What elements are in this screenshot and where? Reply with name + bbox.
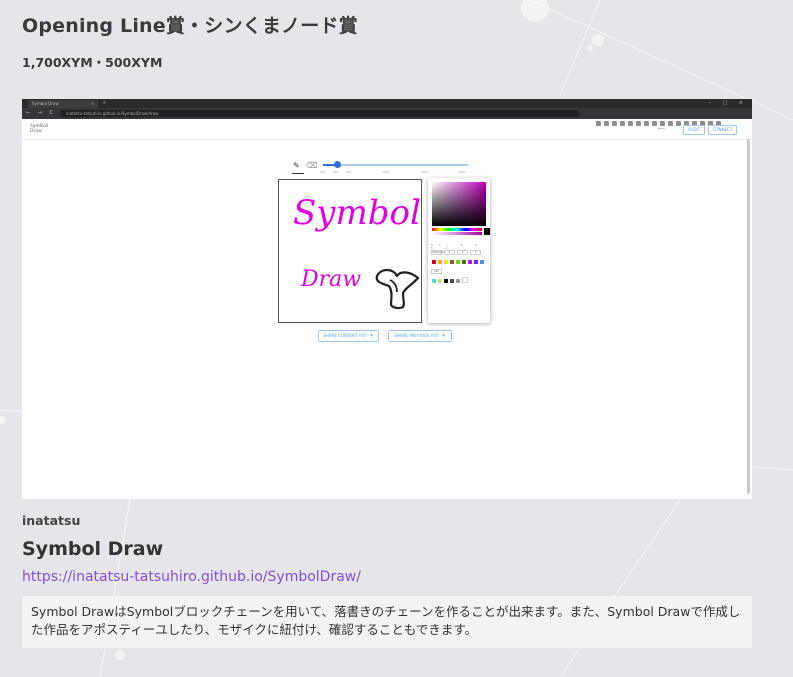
slider-tick: 1px xyxy=(320,170,326,174)
color-swatch xyxy=(438,260,442,264)
color-picker: #000000 0 0 0100 Hex R G B A xyxy=(428,178,490,323)
color-swatch xyxy=(432,279,436,283)
brush-size-slider xyxy=(323,164,468,166)
arrow-icon: ⟵ xyxy=(658,126,666,132)
hue-slider xyxy=(432,228,482,231)
drawing-canvas: Symbol Draw xyxy=(278,179,422,323)
canvas-drawing-draw: Draw xyxy=(300,267,361,292)
slider-tick: 10px xyxy=(382,170,390,174)
work-title: Symbol Draw xyxy=(22,538,164,560)
eraser-icon: ⌫ xyxy=(306,161,318,170)
work-description-text: Symbol DrawはSymbolブロックチェーンを用いて、落書きのチェーンを… xyxy=(31,604,741,637)
browser-address: inatatsu-tatsuhiro.github.io/SymbolDraw/… xyxy=(60,110,580,117)
share-previous-label: SHARE PREVIOUS ART xyxy=(394,333,439,338)
color-saturation-area xyxy=(432,182,486,226)
app-screenshot: Symbol Draw × + – ▢ × ← → C ⌂ inatatsu-t… xyxy=(22,99,752,499)
share-current-label: SHARE CURRENT ART xyxy=(323,333,367,338)
tool-selected-indicator xyxy=(292,173,304,174)
current-color-preview xyxy=(484,228,490,235)
close-icon: × xyxy=(91,101,95,106)
color-swatch xyxy=(438,279,442,283)
connect-button: CONNECT xyxy=(708,125,737,135)
color-swatch xyxy=(462,260,466,264)
slider-tick: 3px xyxy=(333,170,339,174)
color-swatch xyxy=(450,260,454,264)
award-title: Opening Line賞・シンくまノード賞 xyxy=(22,15,358,37)
paper-plane-icon: ✈ xyxy=(369,333,374,339)
slider-tick: 5px xyxy=(346,170,352,174)
brush-size-slider-thumb xyxy=(334,161,341,168)
browser-tab-title: Symbol Draw xyxy=(32,101,59,106)
canvas-drawing-symbol: Symbol xyxy=(293,193,420,233)
color-swatch xyxy=(462,277,468,283)
plus-icon: + xyxy=(102,100,107,106)
color-swatches xyxy=(432,251,488,289)
color-swatch xyxy=(456,260,460,264)
app-logo: SymBoll Draw xyxy=(30,124,49,134)
window-controls-icon: – ▢ × xyxy=(708,100,748,106)
pen-icon: ✎ xyxy=(293,161,300,170)
browser-toolbar: ← → C ⌂ inatatsu-tatsuhiro.github.io/Sym… xyxy=(22,108,752,126)
prize-amount: 1,700XYM・500XYM xyxy=(22,55,163,70)
work-url-link[interactable]: https://inatatsu-tatsuhiro.github.io/Sym… xyxy=(22,569,361,585)
color-swatch xyxy=(444,260,448,264)
share-previous-art-button: SHARE PREVIOUS ART ✈ xyxy=(388,330,452,342)
award-entry: Opening Line賞・シンくまノード賞 1,700XYM・500XYM S… xyxy=(0,0,793,677)
paper-plane-icon: ✈ xyxy=(441,333,446,339)
color-swatch xyxy=(456,279,460,283)
work-description: Symbol DrawはSymbolブロックチェーンを用いて、落書きのチェーンを… xyxy=(22,596,752,648)
color-swatch xyxy=(468,260,472,264)
color-swatch xyxy=(474,260,478,264)
slider-tick: 20px xyxy=(458,170,466,174)
color-field-labels: Hex R G B A xyxy=(431,244,484,250)
audit-button: AUDIT xyxy=(683,125,705,135)
author-name: inatatsu xyxy=(22,513,81,528)
slider-ticks: 1px 3px 5px 10px 15px 20px xyxy=(320,170,480,176)
color-swatch xyxy=(480,260,484,264)
color-swatch xyxy=(444,279,448,283)
color-swatch xyxy=(450,279,454,283)
color-swatch xyxy=(432,260,436,264)
alpha-slider xyxy=(432,232,482,235)
browser-tab: Symbol Draw × xyxy=(28,100,98,108)
screenshot-scrollbar xyxy=(747,139,750,494)
browser-tab-bar: Symbol Draw × + – ▢ × xyxy=(22,99,752,108)
app-header: SymBoll Draw ⟵ AUDIT CONNECT xyxy=(22,119,752,140)
slider-tick: 15px xyxy=(421,170,429,174)
share-current-art-button: SHARE CURRENT ART ✈ xyxy=(318,330,379,342)
